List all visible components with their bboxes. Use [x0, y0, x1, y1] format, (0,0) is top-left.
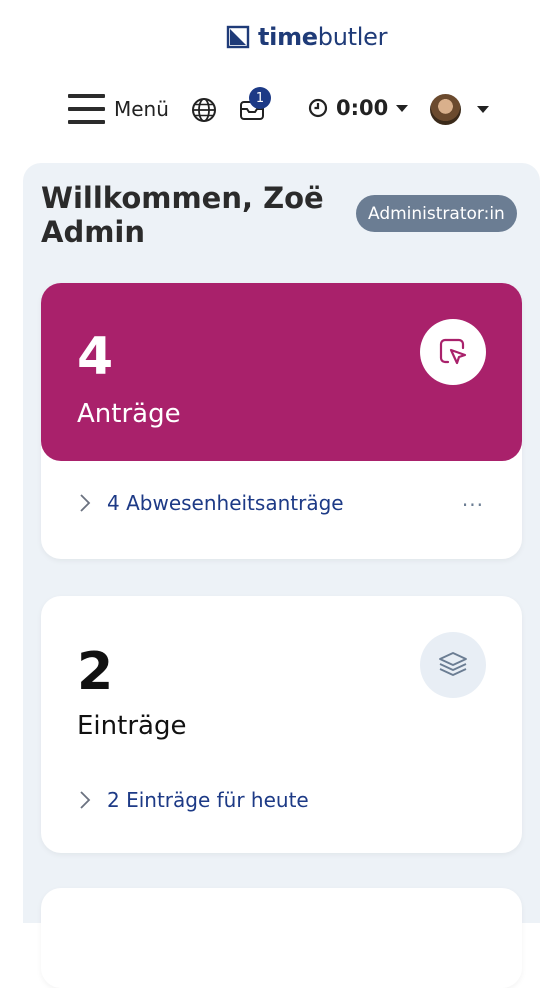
time-tracker-dropdown[interactable]: 0:00	[308, 96, 409, 120]
logo-text: timebutler	[258, 23, 388, 51]
chevron-down-icon	[477, 106, 489, 113]
chevron-right-icon	[80, 791, 91, 809]
more-options-button[interactable]: ···	[462, 493, 484, 517]
dashboard-panel: Willkommen, Zoë Admin Administrator:in 4…	[23, 163, 540, 988]
entries-label: Einträge	[77, 711, 187, 741]
menu-button[interactable]: Menü	[68, 94, 169, 124]
requests-count: 4	[77, 327, 114, 387]
requests-card[interactable]: 4 Anträge 4 Abwesenheitsanträge ···	[41, 283, 522, 559]
logo-mark-icon	[226, 25, 250, 49]
requests-card-hero[interactable]: 4 Anträge	[41, 283, 522, 461]
sticky-note-cursor-icon	[439, 338, 467, 365]
entries-icon-circle	[420, 632, 486, 698]
timer-value: 0:00	[336, 96, 389, 120]
role-badge: Administrator:in	[356, 195, 517, 232]
timebutler-logo[interactable]: timebutler	[226, 22, 387, 52]
layers-icon	[439, 652, 467, 676]
absence-requests-link[interactable]: 4 Abwesenheitsanträge	[79, 491, 344, 515]
entries-card[interactable]: 2 Einträge 2 Einträge für heute	[41, 596, 522, 853]
entries-count: 2	[77, 642, 114, 702]
top-navigation: Menü 1 0:00	[68, 87, 492, 130]
requests-icon-circle	[420, 319, 486, 385]
chevron-down-icon	[396, 104, 409, 112]
todays-entries-link-text: 2 Einträge für heute	[107, 788, 309, 812]
welcome-heading: Willkommen, Zoë Admin	[41, 181, 324, 249]
clock-icon	[308, 98, 328, 118]
chevron-right-icon	[80, 494, 91, 512]
globe-icon[interactable]	[190, 96, 218, 124]
requests-label: Anträge	[77, 399, 181, 429]
user-menu-dropdown[interactable]	[430, 94, 489, 125]
avatar	[430, 94, 461, 125]
hamburger-icon	[68, 94, 105, 124]
menu-label: Menü	[114, 97, 169, 121]
dashboard-card[interactable]	[41, 888, 522, 988]
notification-badge: 1	[249, 87, 271, 109]
todays-entries-link[interactable]: 2 Einträge für heute	[79, 788, 309, 812]
absence-requests-link-text: 4 Abwesenheitsanträge	[107, 491, 344, 515]
